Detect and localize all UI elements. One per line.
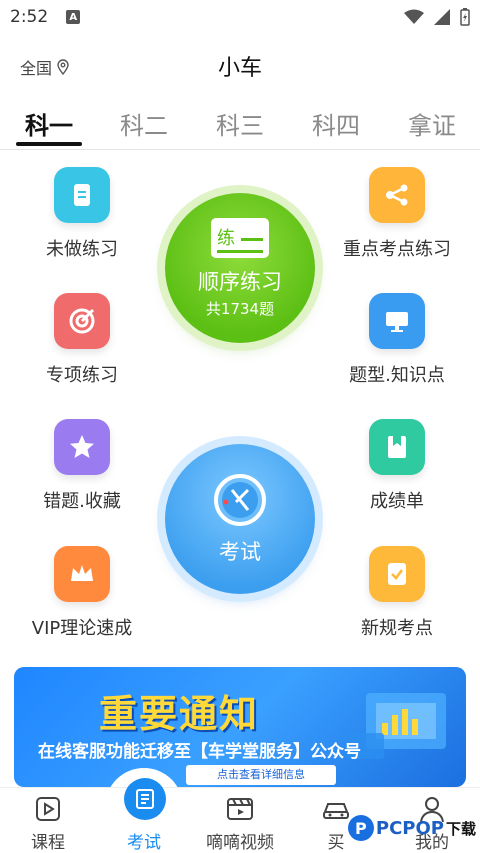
watermark: P PCPOP 下载 bbox=[347, 815, 476, 841]
item-label: 题型.知识点 bbox=[349, 365, 445, 386]
monitor-icon bbox=[369, 293, 425, 349]
clock-pen-icon bbox=[214, 474, 266, 526]
question-types-button[interactable]: 题型.知识点 bbox=[317, 293, 477, 387]
share-nodes-icon bbox=[369, 167, 425, 223]
banner-title: 重要通知 bbox=[98, 692, 259, 736]
item-label: 未做练习 bbox=[46, 239, 118, 260]
play-icon bbox=[0, 794, 96, 824]
tab-subject-1[interactable]: 科一 bbox=[9, 106, 89, 141]
practice-card-icon: 练 bbox=[211, 217, 269, 258]
document-icon bbox=[54, 167, 110, 223]
banner-subtitle: 在线客服功能迁移至【车学堂服务】公众号 bbox=[38, 742, 361, 762]
status-time: 2:52 bbox=[10, 7, 49, 27]
bookmark-icon bbox=[369, 419, 425, 475]
header: 全国 小车 bbox=[0, 40, 480, 90]
key-points-practice-button[interactable]: 重点考点练习 bbox=[317, 167, 477, 261]
nav-label: 考试 bbox=[127, 833, 161, 853]
sequence-practice-count: 共1734题 bbox=[205, 299, 275, 318]
notification-a-icon: A bbox=[66, 10, 81, 24]
watermark-text-2: 下载 bbox=[445, 819, 476, 838]
notice-banner[interactable]: 重要通知 在线客服功能迁移至【车学堂服务】公众号 点击查看详细信息 bbox=[14, 667, 466, 787]
item-label: VIP理论速成 bbox=[31, 618, 133, 639]
tab-license[interactable]: 拿证 bbox=[392, 106, 472, 141]
unpracticed-practice-button[interactable]: 未做练习 bbox=[2, 167, 162, 261]
video-icon bbox=[192, 794, 288, 824]
target-icon bbox=[54, 293, 110, 349]
exam-button[interactable]: 考试 bbox=[165, 444, 315, 594]
item-label: 错题.收藏 bbox=[43, 491, 121, 512]
nav-video[interactable]: 嘀嘀视频 bbox=[192, 794, 288, 853]
sequence-practice-button[interactable]: 练 顺序练习 共1734题 bbox=[165, 193, 315, 343]
watermark-text: PCPOP bbox=[375, 817, 444, 839]
nav-course[interactable]: 课程 bbox=[0, 794, 96, 853]
exam-label: 考试 bbox=[219, 540, 261, 564]
wifi-icon bbox=[404, 9, 424, 24]
score-report-button[interactable]: 成绩单 bbox=[317, 419, 477, 513]
star-icon bbox=[54, 419, 110, 475]
tab-subject-3[interactable]: 科三 bbox=[200, 106, 280, 141]
new-rules-button[interactable]: 新规考点 bbox=[317, 546, 477, 640]
banner-details-button[interactable]: 点击查看详细信息 bbox=[186, 765, 336, 785]
signal-icon bbox=[434, 9, 450, 25]
item-label: 成绩单 bbox=[370, 491, 424, 512]
page-title: 小车 bbox=[217, 56, 262, 81]
watermark-logo-icon: P bbox=[347, 815, 374, 841]
practice-card-text: 练 bbox=[217, 227, 235, 249]
exam-nav-icon[interactable] bbox=[124, 778, 166, 820]
status-bar: 2:52 A bbox=[0, 0, 480, 34]
subject-tabs: 科一 科二 科三 科四 拿证 bbox=[0, 100, 480, 150]
item-label: 重点考点练习 bbox=[343, 239, 451, 260]
tab-subject-2[interactable]: 科二 bbox=[104, 106, 184, 141]
special-practice-button[interactable]: 专项练习 bbox=[2, 293, 162, 387]
nav-label: 嘀嘀视频 bbox=[206, 833, 274, 853]
item-label: 新规考点 bbox=[361, 618, 433, 639]
wrong-and-favorites-button[interactable]: 错题.收藏 bbox=[2, 419, 162, 513]
vip-theory-button[interactable]: VIP理论速成 bbox=[2, 546, 162, 640]
item-label: 专项练习 bbox=[46, 365, 118, 386]
status-icons bbox=[404, 8, 470, 26]
sequence-practice-label: 顺序练习 bbox=[198, 269, 282, 294]
tab-indicator bbox=[16, 142, 82, 146]
checklist-icon bbox=[369, 546, 425, 602]
dashboard-illustration-icon bbox=[346, 693, 446, 759]
crown-icon bbox=[54, 546, 110, 602]
battery-icon bbox=[460, 8, 470, 26]
tab-subject-4[interactable]: 科四 bbox=[296, 106, 376, 141]
nav-label: 课程 bbox=[31, 833, 65, 853]
